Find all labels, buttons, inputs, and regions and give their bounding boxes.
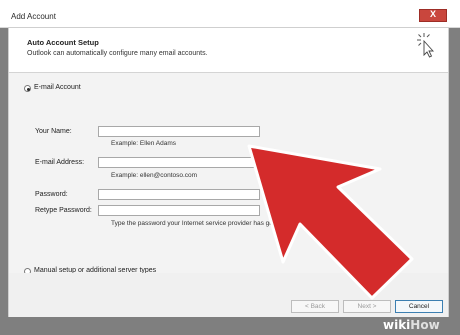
- email-address-label: E-mail Address:: [35, 159, 85, 166]
- title-bar: Add Account X: [0, 0, 460, 28]
- close-button[interactable]: X: [419, 9, 447, 22]
- your-name-field[interactable]: [98, 126, 260, 137]
- email-account-radio[interactable]: [24, 85, 31, 92]
- email-account-label: E-mail Account: [34, 84, 81, 91]
- next-button[interactable]: Next >: [343, 300, 391, 313]
- your-name-hint: Example: Ellen Adams: [111, 140, 177, 147]
- watermark-how: How: [410, 318, 440, 332]
- password-label: Password:: [35, 191, 68, 198]
- wikihow-watermark: wikiHow: [383, 318, 440, 332]
- your-name-label: Your Name:: [35, 128, 72, 135]
- password-hint: Type the password your Internet service …: [111, 220, 274, 227]
- email-address-field[interactable]: [98, 157, 260, 168]
- header-subtitle: Outlook can automatically configure many…: [27, 50, 208, 57]
- close-icon: X: [429, 9, 436, 19]
- retype-password-field[interactable]: [98, 205, 260, 216]
- retype-password-label: Retype Password:: [35, 207, 92, 214]
- dialog-header: Auto Account Setup Outlook can automatic…: [9, 28, 448, 73]
- cursor-click-icon: [417, 33, 435, 58]
- email-address-hint: Example: ellen@contoso.com: [111, 172, 198, 179]
- dialog-body: E-mail Account Your Name: Example: Ellen…: [9, 73, 448, 275]
- window-title: Add Account: [11, 12, 56, 21]
- header-title: Auto Account Setup: [27, 38, 99, 47]
- dialog-footer: < Back Next > Cancel: [9, 273, 448, 317]
- back-button[interactable]: < Back: [291, 300, 339, 313]
- add-account-dialog: Auto Account Setup Outlook can automatic…: [8, 27, 449, 317]
- watermark-wiki: wiki: [383, 318, 411, 332]
- password-field[interactable]: [98, 189, 260, 200]
- cancel-button[interactable]: Cancel: [395, 300, 443, 313]
